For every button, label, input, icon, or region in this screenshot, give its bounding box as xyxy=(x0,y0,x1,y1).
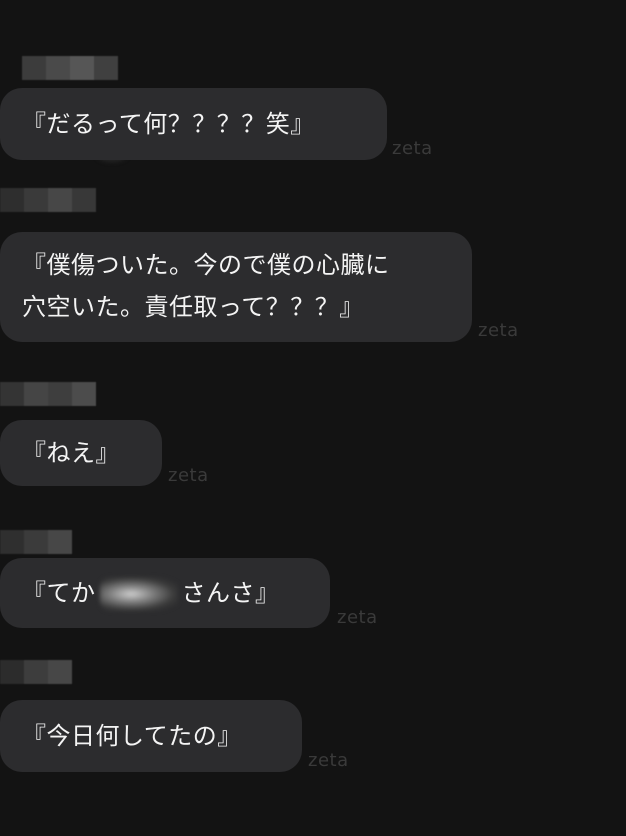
message-bubble-4[interactable]: 『てか さんさ』 xyxy=(0,558,330,628)
sender-name-mosaic xyxy=(0,530,72,554)
message-bubble-1[interactable]: 『だるって何？？？？笑』 xyxy=(0,88,387,160)
watermark: zeta xyxy=(337,607,378,628)
message-bubble-2[interactable]: 『僕傷ついた。今ので僕の心臓に 穴空いた。責任取って？？？』 xyxy=(0,232,472,342)
message-text: 『だるって何？？？？笑』 xyxy=(22,110,315,138)
censored-name-blur xyxy=(99,577,178,611)
message-text-after: さんさ』 xyxy=(181,579,280,607)
chat-screen: 『だるって何？？？？笑』 zeta 『僕傷ついた。今ので僕の心臓に 穴空いた。責… xyxy=(0,0,626,835)
sender-name-mosaic xyxy=(0,382,96,406)
message-bubble-5[interactable]: 『今日何してたの』 xyxy=(0,700,302,772)
watermark: zeta xyxy=(308,750,349,771)
sender-name-mosaic xyxy=(0,188,96,212)
watermark: zeta xyxy=(392,138,433,159)
message-text-before: 『てか xyxy=(22,579,96,607)
message-bubble-3[interactable]: 『ねえ』 xyxy=(0,420,162,486)
message-text: 『ねえ』 xyxy=(22,439,120,467)
watermark: zeta xyxy=(478,320,519,341)
watermark: zeta xyxy=(168,465,209,486)
message-text-line-2: 穴空いた。責任取って？？？』 xyxy=(22,293,364,321)
message-text: 『今日何してたの』 xyxy=(22,722,242,750)
sender-name-mosaic xyxy=(22,56,118,80)
next-message-cutoff xyxy=(20,822,580,836)
sender-name-mosaic xyxy=(0,660,72,684)
message-text-line-1: 『僕傷ついた。今ので僕の心臓に xyxy=(22,251,390,279)
